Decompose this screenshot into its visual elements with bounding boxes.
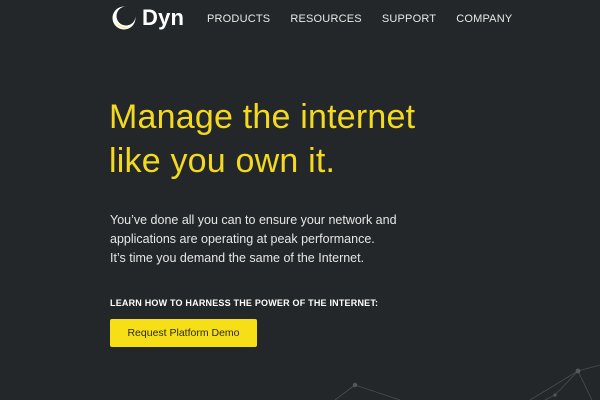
nav-company[interactable]: COMPANY xyxy=(456,12,512,26)
dyn-logo[interactable]: Dyn xyxy=(111,5,184,31)
hero-description: You’ve done all you can to ensure your n… xyxy=(110,211,397,268)
hero-title-line: Manage the internet xyxy=(109,98,416,136)
site-header: Dyn PRODUCTS RESOURCES SUPPORT COMPANY xyxy=(0,0,600,38)
nav-products[interactable]: PRODUCTS xyxy=(207,12,270,26)
hero-title: Manage the internet like you own it. xyxy=(109,95,415,183)
hero-description-line: applications are operating at peak perfo… xyxy=(110,232,375,246)
hero-description-line: It’s time you demand the same of the Int… xyxy=(110,251,365,265)
main-nav: PRODUCTS RESOURCES SUPPORT COMPANY xyxy=(207,12,512,26)
network-nodes-decoration xyxy=(330,355,600,400)
hero-description-line: You’ve done all you can to ensure your n… xyxy=(110,213,397,227)
hero-title-line: like you own it. xyxy=(109,142,336,180)
logo-text: Dyn xyxy=(142,5,185,30)
cta-heading: LEARN HOW TO HARNESS THE POWER OF THE IN… xyxy=(110,298,379,308)
nav-support[interactable]: SUPPORT xyxy=(382,12,436,26)
request-demo-button[interactable]: Request Platform Demo xyxy=(110,319,257,347)
dyn-crescent-logo-icon xyxy=(111,5,137,31)
homepage: Dyn PRODUCTS RESOURCES SUPPORT COMPANY M… xyxy=(0,0,600,400)
nav-resources[interactable]: RESOURCES xyxy=(290,12,361,26)
